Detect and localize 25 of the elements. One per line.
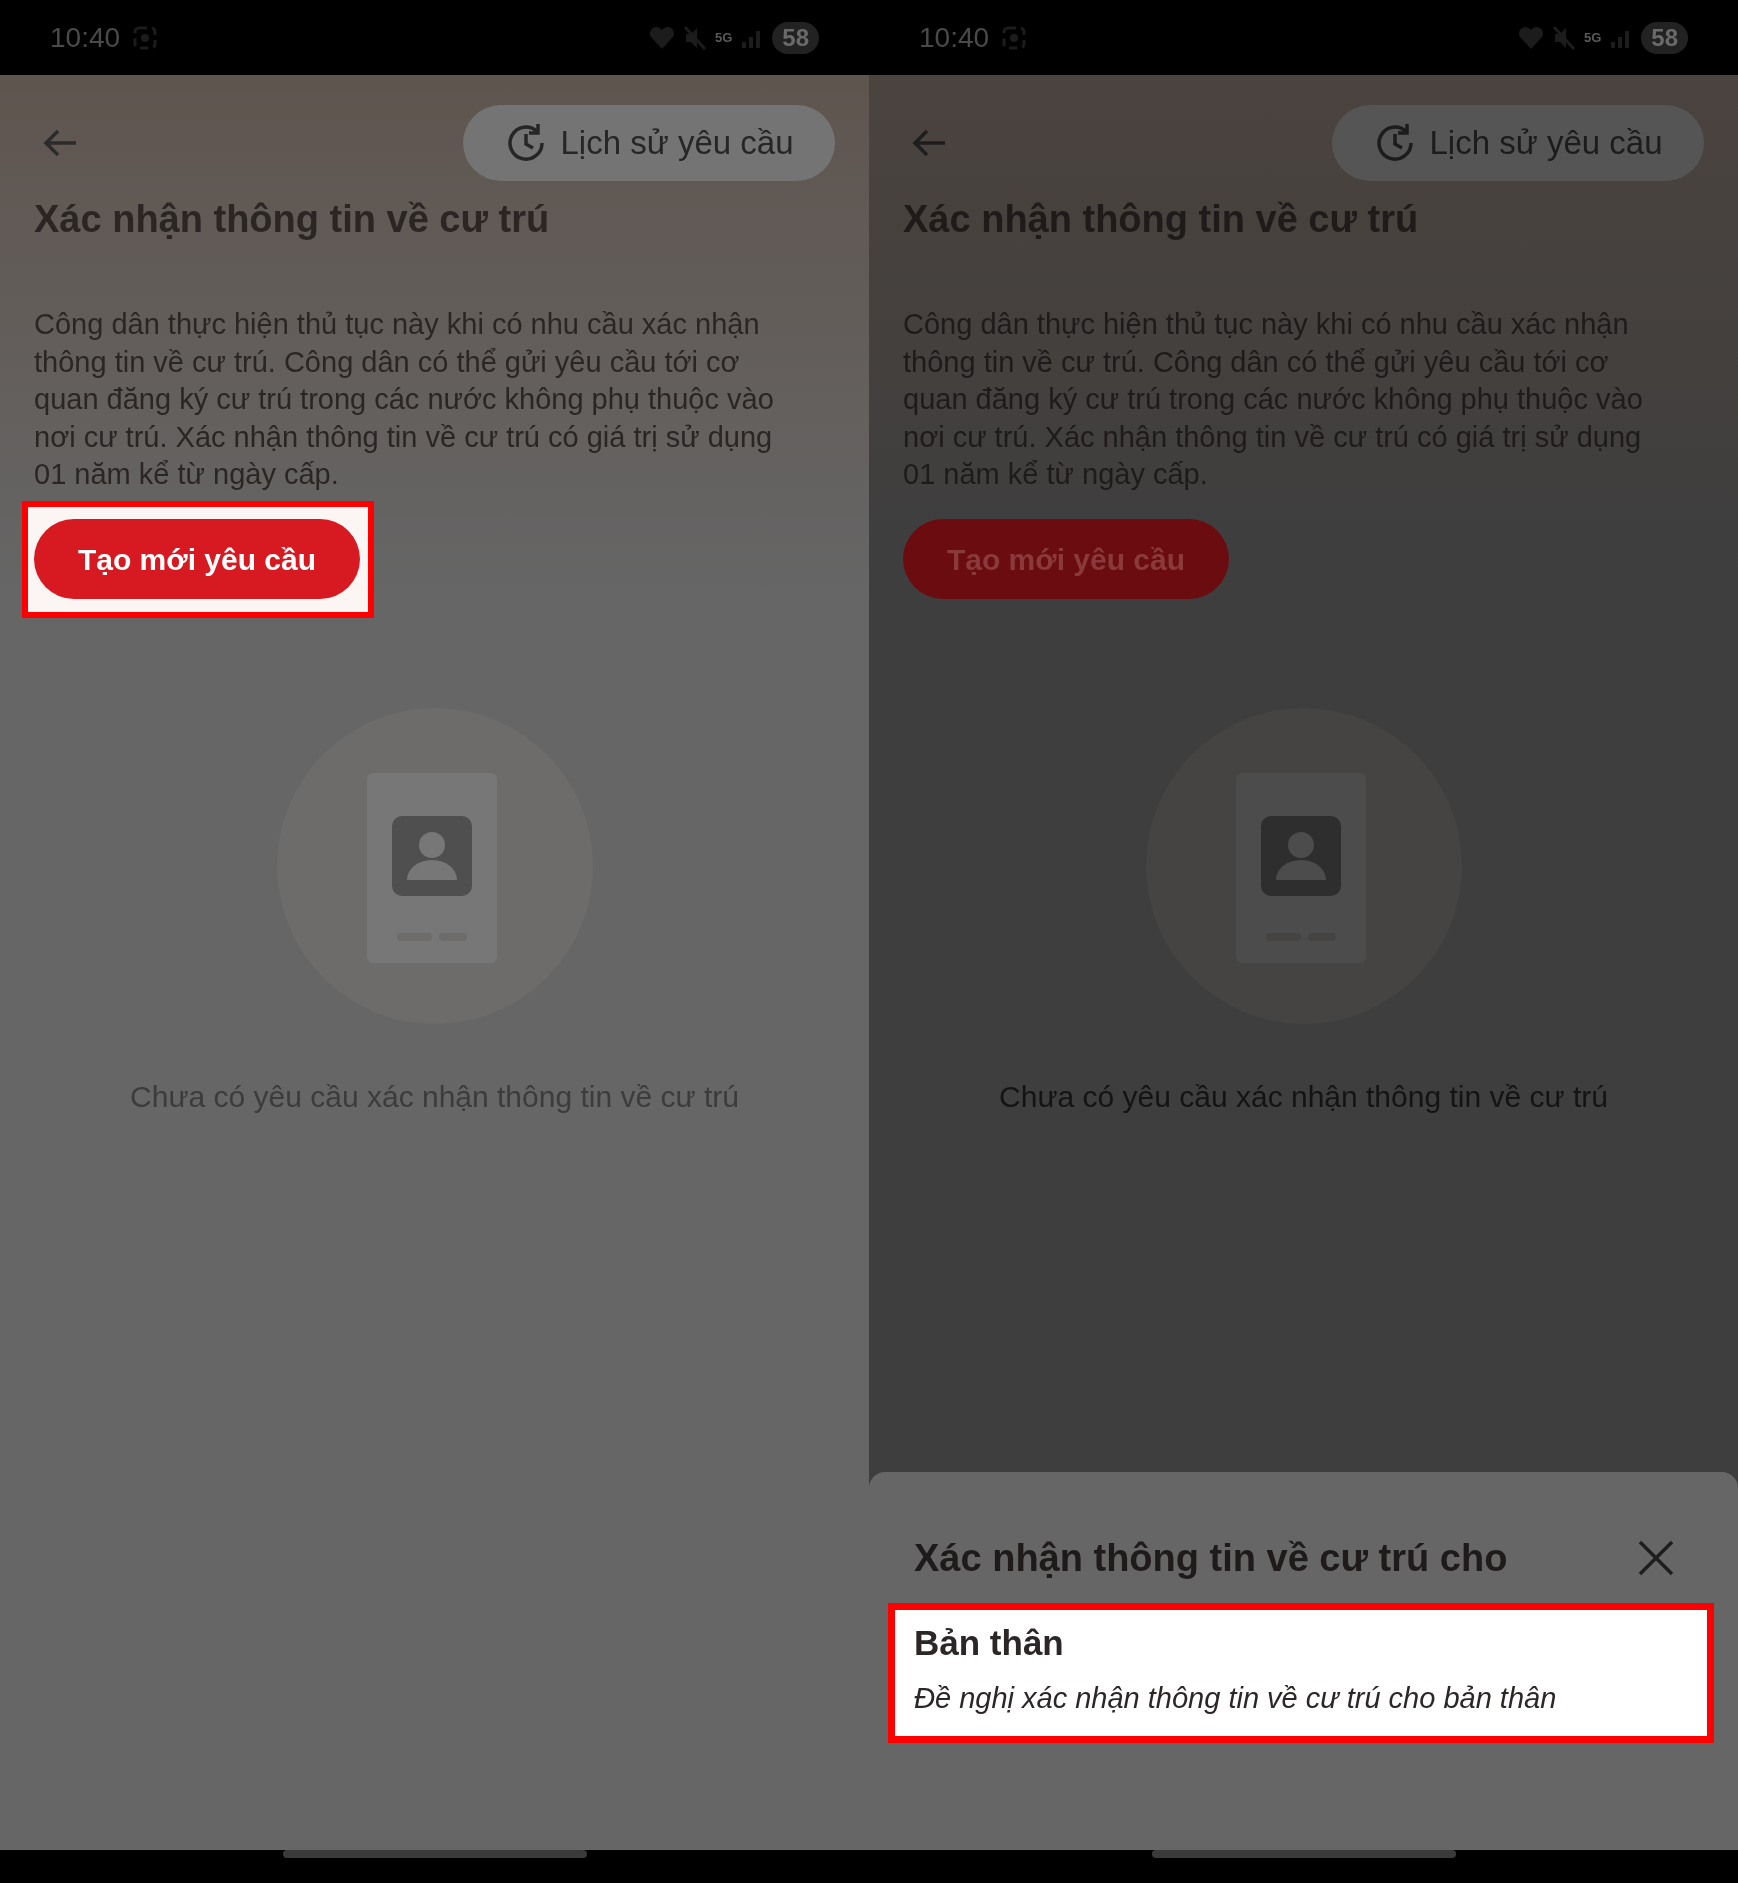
screenshot-icon [132,24,159,51]
heart-icon [648,25,675,50]
history-button[interactable]: Lịch sử yêu cầu [463,105,835,181]
description-text: Công dân thực hiện thủ tục này khi có nhu cầu xác nhận thông tin về cư trú. Công dân có thể gửi yêu cầu tới cơ quan đăng ký cư trú trong các nước không phụ thuộc vào nơi cư trú. Xác nhận thông tin về cư trú có giá trị sử dụng 01 năm kể từ ngày cấp. [34,307,775,492]
history-button[interactable]: Lịch sử yêu cầu [1332,105,1704,181]
mute-icon [682,24,707,51]
back-arrow-icon[interactable] [911,128,947,158]
option-item[interactable]: Bản thân Đề nghị xác nhận thông tin về cư trú cho bản thân [888,1603,1714,1743]
sheet-title: Xác nhận thông tin về cư trú cho [914,1536,1508,1580]
mute-icon [1551,24,1576,51]
heart-icon [1517,25,1544,50]
back-arrow-icon[interactable] [42,128,78,158]
home-indicator[interactable] [282,1850,587,1858]
home-indicator[interactable] [1151,1850,1456,1858]
create-request-button[interactable]: Tạo mới yêu cầu [34,519,360,599]
battery-indicator: 58 [772,21,819,54]
network-label: 5G [714,28,733,47]
option-description: Đề nghị xác nhận thông tin về cư trú cho bản thân [914,1681,1558,1716]
close-icon[interactable] [1638,1540,1674,1576]
network-label: 5G [1583,28,1602,47]
status-time: 10:40 [919,20,990,55]
screenshot-icon [1001,24,1028,51]
battery-indicator: 58 [1641,21,1688,54]
status-time: 10:40 [50,20,121,55]
option-title: Bản thân [914,1622,1065,1664]
